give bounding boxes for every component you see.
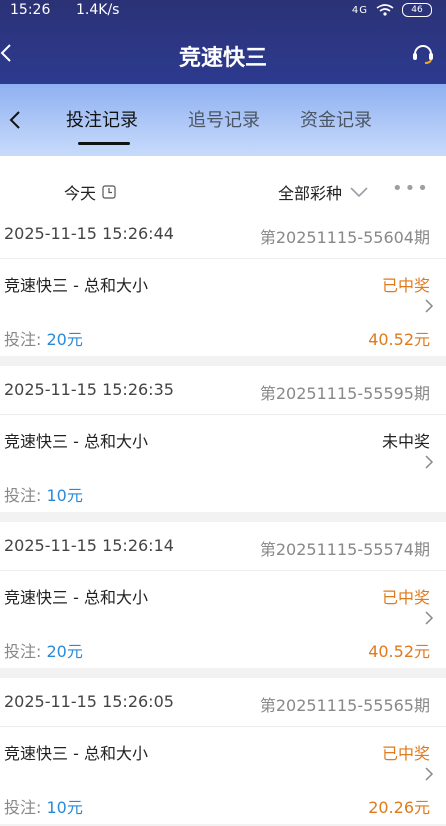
list-item[interactable]: 2025-11-15 15:26:35 第20251115-55595期 竞速快… [0,366,446,512]
tab-bet-records[interactable]: 投注记录 [66,106,138,132]
record-tabs: 投注记录 追号记录 资金记录 [0,84,446,156]
status-icons: 4G 46 [352,3,432,17]
record-bet: 投注: 10元 [4,798,83,817]
list-item[interactable]: 2025-11-15 15:26:05 第20251115-55565期 竞速快… [0,678,446,824]
record-game: 竞速快三 - 总和大小 [4,744,148,763]
network-speed: 1.4K/s [76,2,120,18]
status-bar: 15:26 1.4K/s 4G 46 [0,0,446,22]
date-filter-label: 今天 [64,184,97,203]
list-item[interactable]: 2025-11-15 15:26:14 第20251115-55574期 竞速快… [0,522,446,668]
record-bet-amount: 20元 [46,642,83,661]
record-time: 2025-11-15 15:26:05 [4,692,174,711]
record-status: 已中奖 [381,276,430,295]
title-bar: 竞速快三 [0,30,446,80]
record-list: 2025-11-15 15:26:44 第20251115-55604期 竞速快… [0,226,446,826]
record-header: 2025-11-15 15:26:35 第20251115-55595期 [0,366,446,415]
status-time: 15:26 [10,2,51,18]
active-tab-indicator [78,142,130,145]
chevron-right-icon [425,767,434,781]
list-item[interactable]: 2025-11-15 15:26:44 第20251115-55604期 竞速快… [0,226,446,356]
record-game: 竞速快三 - 总和大小 [4,276,148,295]
record-status: 已中奖 [381,744,430,763]
record-header: 2025-11-15 15:26:44 第20251115-55604期 [0,226,446,259]
record-bet: 投注: 20元 [4,330,83,349]
record-issue: 第20251115-55595期 [259,384,430,403]
record-bet-amount: 20元 [46,330,83,349]
record-bet-amount: 10元 [46,486,83,505]
record-bet: 投注: 10元 [4,486,83,505]
top-bar: 15:26 1.4K/s 4G 46 竞速快三 [0,0,446,84]
more-icon[interactable]: ••• [392,178,430,199]
game-filter[interactable]: 全部彩种 [278,180,368,204]
record-bet-amount: 10元 [46,798,83,817]
record-header: 2025-11-15 15:26:05 第20251115-55565期 [0,678,446,727]
record-win-amount: 40.52元 [368,330,430,349]
game-filter-label: 全部彩种 [278,184,343,203]
record-status: 未中奖 [381,432,430,451]
record-win-amount: 40.52元 [368,642,430,661]
date-filter[interactable]: 今天 [64,180,116,204]
record-header: 2025-11-15 15:26:14 第20251115-55574期 [0,522,446,571]
record-bet: 投注: 20元 [4,642,83,661]
record-time: 2025-11-15 15:26:44 [4,226,174,243]
tab-fund-records[interactable]: 资金记录 [300,106,372,132]
signal-icon: 4G [351,4,368,16]
battery-icon: 46 [402,3,432,17]
customer-service-icon[interactable] [410,40,436,66]
record-time: 2025-11-15 15:26:35 [4,380,174,399]
record-game: 竞速快三 - 总和大小 [4,588,148,607]
record-time: 2025-11-15 15:26:14 [4,536,174,555]
record-issue: 第20251115-55565期 [259,696,430,715]
clock-icon [102,185,116,199]
chevron-right-icon [425,299,434,313]
record-status: 已中奖 [381,588,430,607]
chevron-right-icon [425,455,434,469]
record-win-amount: 20.26元 [368,798,430,817]
record-issue: 第20251115-55604期 [259,228,430,247]
wifi-icon [376,4,394,16]
chevron-down-icon [350,187,368,198]
record-issue: 第20251115-55574期 [259,540,430,559]
filter-bar: 今天 全部彩种 ••• [0,156,446,226]
record-game: 竞速快三 - 总和大小 [4,432,148,451]
page-title: 竞速快三 [178,46,267,71]
chevron-right-icon [425,611,434,625]
tab-back-icon[interactable] [8,110,22,130]
tab-chase-records[interactable]: 追号记录 [188,106,260,132]
